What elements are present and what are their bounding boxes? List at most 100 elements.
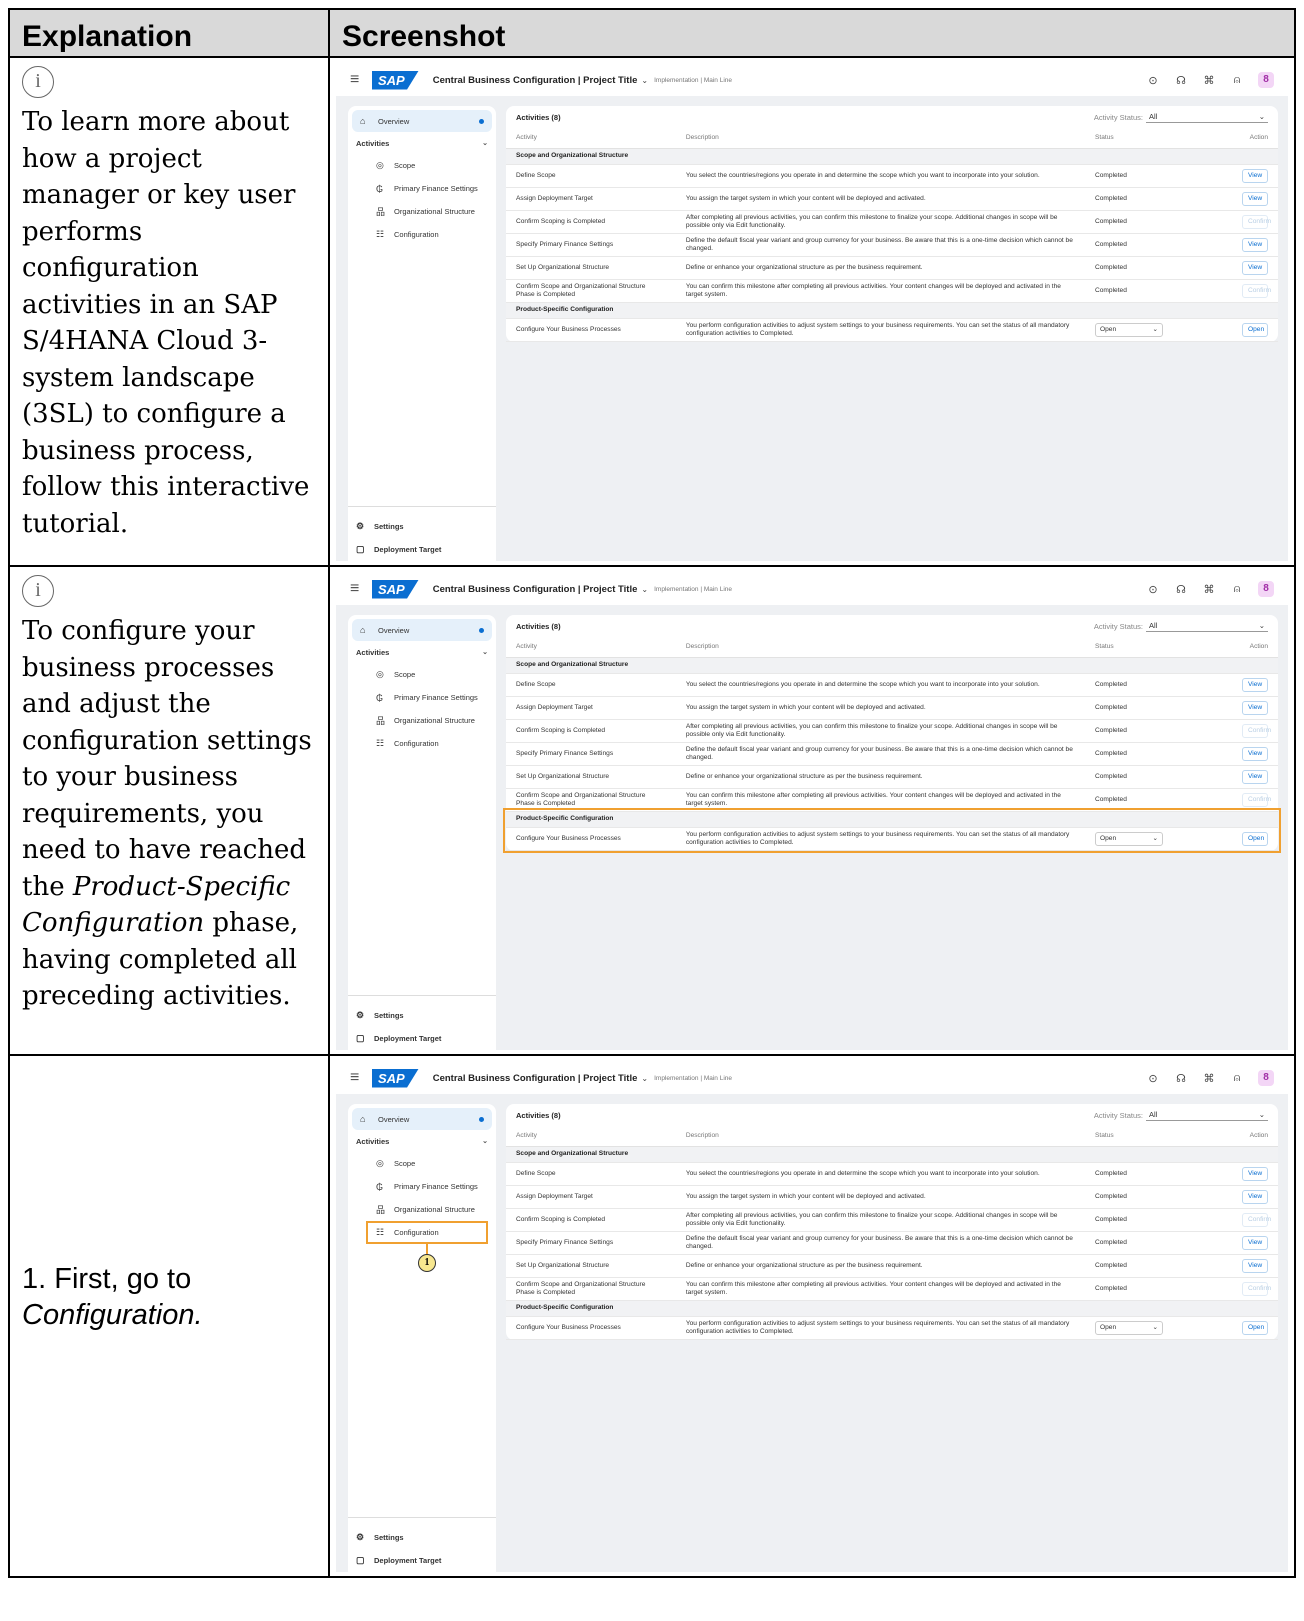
table-row[interactable]: Configure Your Business Processes You per… xyxy=(506,827,1278,851)
table-row[interactable]: Confirm Scoping is Completed After comple… xyxy=(506,210,1278,234)
sidebar-item-scope[interactable]: ◎ Scope xyxy=(348,154,496,177)
table-row[interactable]: Assign Deployment Target You assign the t… xyxy=(506,696,1278,720)
help-icon[interactable]: ⊙ xyxy=(1146,583,1160,596)
avatar[interactable]: 8 xyxy=(1258,72,1274,88)
view-button[interactable]: View xyxy=(1242,191,1268,206)
sidebar-item-scope[interactable]: ◎ Scope xyxy=(348,663,496,686)
view-button[interactable]: View xyxy=(1242,260,1268,275)
sidebar-item-settings[interactable]: ⚙ Settings xyxy=(348,1004,496,1027)
sidebar-item-organizational-structure[interactable]: 品 Organizational Structure xyxy=(348,1198,496,1221)
feedback-icon[interactable]: ⌘ xyxy=(1202,74,1216,87)
sidebar-item-configuration[interactable]: ☷ Configuration xyxy=(348,732,496,755)
feedback-icon[interactable]: ⌘ xyxy=(1202,583,1216,596)
bell-icon[interactable]: ⍝ xyxy=(1230,1072,1244,1085)
status-select[interactable]: Open ⌄ xyxy=(1095,1320,1163,1335)
status-cell: Completed xyxy=(1085,210,1194,234)
table-row[interactable]: Confirm Scoping is Completed After comple… xyxy=(506,1208,1278,1232)
sidebar-item-overview[interactable]: ⌂ Overview xyxy=(352,619,492,641)
action-cell: View xyxy=(1193,1254,1278,1278)
explanation-text: To configure your business processes and… xyxy=(22,613,316,1015)
help-icon[interactable]: ⊙ xyxy=(1146,74,1160,87)
avatar[interactable]: 8 xyxy=(1258,581,1274,597)
table-row[interactable]: Set Up Organizational Structure Define or… xyxy=(506,765,1278,789)
table-row[interactable]: Confirm Scope and Organizational Structu… xyxy=(506,788,1278,812)
action-cell: Confirm xyxy=(1193,279,1278,303)
sidebar-item-overview[interactable]: ⌂ Overview xyxy=(352,110,492,132)
sidebar-item-primary-finance-settings[interactable]: ₲ Primary Finance Settings xyxy=(348,686,496,709)
sidebar-item-deployment-target[interactable]: ▢ Deployment Target xyxy=(348,1027,496,1050)
view-button[interactable]: View xyxy=(1242,746,1268,761)
table-row[interactable]: Define Scope You select the countries/reg… xyxy=(506,1162,1278,1186)
table-row[interactable]: Assign Deployment Target You assign the t… xyxy=(506,187,1278,211)
sidebar-item-primary-finance-settings[interactable]: ₲ Primary Finance Settings xyxy=(348,177,496,200)
table-row[interactable]: Define Scope You select the countries/reg… xyxy=(506,673,1278,697)
sidebar-item-settings[interactable]: ⚙ Settings xyxy=(348,1526,496,1549)
sidebar-item-label: Configuration xyxy=(394,739,439,748)
sidebar-item-deployment-target[interactable]: ▢ Deployment Target xyxy=(348,1549,496,1572)
sidebar-group-activities[interactable]: Activities ⌄ xyxy=(348,641,496,663)
sidebar-item-organizational-structure[interactable]: 品 Organizational Structure xyxy=(348,709,496,732)
status-select[interactable]: Open ⌄ xyxy=(1095,322,1163,337)
headset-icon[interactable]: ☊ xyxy=(1174,1072,1188,1085)
table-row[interactable]: Confirm Scoping is Completed After comple… xyxy=(506,719,1278,743)
headset-icon[interactable]: ☊ xyxy=(1174,74,1188,87)
menu-icon[interactable]: ≡ xyxy=(350,580,372,598)
step-marker: 1 xyxy=(418,1254,436,1272)
bell-icon[interactable]: ⍝ xyxy=(1230,74,1244,87)
activity-status-select[interactable]: All ⌄ xyxy=(1146,111,1268,123)
sidebar-group-activities[interactable]: Activities ⌄ xyxy=(348,1130,496,1152)
table-row[interactable]: Set Up Organizational Structure Define or… xyxy=(506,1254,1278,1278)
bell-icon[interactable]: ⍝ xyxy=(1230,583,1244,596)
menu-icon[interactable]: ≡ xyxy=(350,71,372,89)
table-row[interactable]: Define Scope You select the countries/reg… xyxy=(506,164,1278,188)
help-icon[interactable]: ⊙ xyxy=(1146,1072,1160,1085)
view-button[interactable]: View xyxy=(1242,700,1268,715)
table-row[interactable]: Configure Your Business Processes You per… xyxy=(506,1316,1278,1340)
chevron-down-icon[interactable]: ⌄ xyxy=(641,1074,648,1083)
activity-cell: Confirm Scoping is Completed xyxy=(506,210,676,234)
sidebar-item-configuration[interactable]: ☷ Configuration xyxy=(348,223,496,246)
open-button[interactable]: Open xyxy=(1242,831,1268,846)
table-row[interactable]: Specify Primary Finance Settings Define t… xyxy=(506,233,1278,257)
table-row[interactable]: Assign Deployment Target You assign the t… xyxy=(506,1185,1278,1209)
settings-icon: ⚙ xyxy=(356,1532,365,1542)
view-button[interactable]: View xyxy=(1242,237,1268,252)
view-button[interactable]: View xyxy=(1242,1189,1268,1204)
sidebar-item-primary-finance-settings[interactable]: ₲ Primary Finance Settings xyxy=(348,1175,496,1198)
app-title[interactable]: Central Business Configuration | Project… xyxy=(433,1073,638,1084)
activity-status-select[interactable]: All ⌄ xyxy=(1146,620,1268,632)
table-row[interactable]: Set Up Organizational Structure Define or… xyxy=(506,256,1278,280)
app-title[interactable]: Central Business Configuration | Project… xyxy=(433,75,638,86)
table-row[interactable]: Confirm Scope and Organizational Structu… xyxy=(506,279,1278,303)
sidebar-item-deployment-target[interactable]: ▢ Deployment Target xyxy=(348,538,496,561)
sidebar-item-organizational-structure[interactable]: 品 Organizational Structure xyxy=(348,200,496,223)
activity-status-select[interactable]: All ⌄ xyxy=(1146,1109,1268,1121)
sidebar-item-scope[interactable]: ◎ Scope xyxy=(348,1152,496,1175)
open-button[interactable]: Open xyxy=(1242,1320,1268,1335)
table-row[interactable]: Specify Primary Finance Settings Define t… xyxy=(506,742,1278,766)
headset-icon[interactable]: ☊ xyxy=(1174,583,1188,596)
group-row: Scope and Organizational Structure xyxy=(506,657,1278,674)
view-button[interactable]: View xyxy=(1242,1258,1268,1273)
view-button[interactable]: View xyxy=(1242,168,1268,183)
sidebar-item-configuration[interactable]: ☷ Configuration xyxy=(348,1221,496,1244)
view-button[interactable]: View xyxy=(1242,769,1268,784)
avatar[interactable]: 8 xyxy=(1258,1070,1274,1086)
group-label: Scope and Organizational Structure xyxy=(506,148,1278,165)
menu-icon[interactable]: ≡ xyxy=(350,1069,372,1087)
app-title[interactable]: Central Business Configuration | Project… xyxy=(433,584,638,595)
view-button[interactable]: View xyxy=(1242,677,1268,692)
sidebar-item-settings[interactable]: ⚙ Settings xyxy=(348,515,496,538)
feedback-icon[interactable]: ⌘ xyxy=(1202,1072,1216,1085)
chevron-down-icon[interactable]: ⌄ xyxy=(641,585,648,594)
table-row[interactable]: Specify Primary Finance Settings Define t… xyxy=(506,1231,1278,1255)
table-row[interactable]: Confirm Scope and Organizational Structu… xyxy=(506,1277,1278,1301)
sidebar-group-activities[interactable]: Activities ⌄ xyxy=(348,132,496,154)
status-select[interactable]: Open ⌄ xyxy=(1095,831,1163,846)
open-button[interactable]: Open xyxy=(1242,322,1268,337)
view-button[interactable]: View xyxy=(1242,1235,1268,1250)
view-button[interactable]: View xyxy=(1242,1166,1268,1181)
sidebar-item-overview[interactable]: ⌂ Overview xyxy=(352,1108,492,1130)
chevron-down-icon[interactable]: ⌄ xyxy=(641,76,648,85)
table-row[interactable]: Configure Your Business Processes You per… xyxy=(506,318,1278,342)
